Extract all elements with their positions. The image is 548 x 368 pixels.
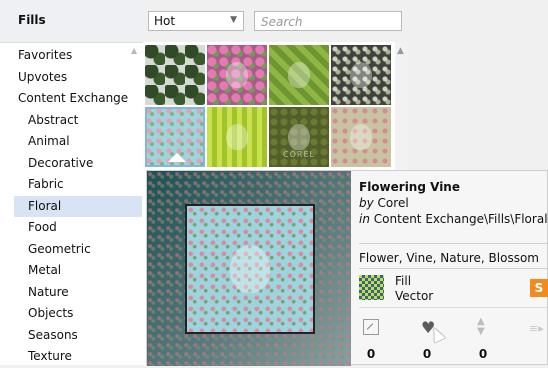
category-tree: Favorites Upvotes Content Exchange Abstract… xyxy=(0,45,143,368)
fills-docker: Fills ▲ Favorites Upvotes Content Exchange… xyxy=(0,0,548,366)
panel-title: Fills xyxy=(18,13,46,27)
watermark-icon xyxy=(226,124,248,150)
fill-tile[interactable] xyxy=(269,45,329,105)
in-prefix: in xyxy=(359,212,370,226)
fill-tags: Flower, Vine, Nature, Blossom xyxy=(359,251,539,265)
fill-tile[interactable] xyxy=(207,107,267,167)
category-item-abstract[interactable]: Abstract xyxy=(0,110,143,132)
category-item-decorative[interactable]: Decorative xyxy=(0,153,143,175)
more-button[interactable]: ≡▸ xyxy=(527,317,547,337)
fill-tile[interactable]: COREL xyxy=(269,107,329,167)
popup-pointer xyxy=(168,153,186,162)
favorite-button[interactable]: ♥ xyxy=(417,317,446,343)
favorite-count: 0 xyxy=(422,347,432,361)
category-item-floral[interactable]: Floral xyxy=(14,195,142,217)
category-item-metal[interactable]: Metal xyxy=(0,260,143,282)
more-options-icon: ≡▸ xyxy=(529,322,544,335)
resize-icon xyxy=(363,319,379,335)
divider xyxy=(359,307,547,308)
vote-arrows-icon: ▲ ▼ xyxy=(477,316,485,337)
fill-author[interactable]: Corel xyxy=(378,196,409,210)
mouse-cursor-icon xyxy=(428,325,446,343)
category-item-favorites[interactable]: Favorites xyxy=(0,45,143,67)
category-item-texture[interactable]: Texture xyxy=(0,346,143,368)
fill-author-line: by Corel xyxy=(359,196,409,210)
resize-button[interactable] xyxy=(361,317,381,337)
divider xyxy=(359,243,547,244)
fill-tile[interactable] xyxy=(331,107,391,167)
scroll-up-icon[interactable]: ▲ xyxy=(397,46,404,56)
category-item-geometric[interactable]: Geometric xyxy=(0,239,143,261)
fill-location-line: in Content Exchange\Fills\Floral xyxy=(359,212,548,226)
category-panel: Fills ▲ Favorites Upvotes Content Exchange… xyxy=(0,0,144,365)
search-box[interactable] xyxy=(254,11,402,31)
fill-title: Flowering Vine xyxy=(359,180,460,194)
toolbar: Hot ▼ xyxy=(143,0,403,43)
preview-swatch xyxy=(185,204,315,334)
fill-location[interactable]: Content Exchange\Fills\Floral xyxy=(374,212,548,226)
panel-header: Fills xyxy=(0,0,143,43)
watermark-icon xyxy=(350,124,372,150)
by-prefix: by xyxy=(359,196,374,210)
fill-kind-label: Vector xyxy=(395,289,434,303)
category-item-upvotes[interactable]: Upvotes xyxy=(0,67,143,89)
category-item-seasons[interactable]: Seasons xyxy=(0,325,143,347)
fill-tile[interactable] xyxy=(145,45,205,105)
grid-scrollbar[interactable]: ▲ xyxy=(395,42,408,172)
preview-image xyxy=(147,171,351,366)
watermark-icon xyxy=(230,245,270,293)
vote-count: 0 xyxy=(478,347,488,361)
category-item-objects[interactable]: Objects xyxy=(0,303,143,325)
watermark-icon xyxy=(288,62,310,88)
sort-dropdown[interactable]: Hot ▼ xyxy=(148,11,244,31)
divider xyxy=(359,268,547,269)
category-item-animal[interactable]: Animal xyxy=(0,131,143,153)
fill-preview-popup: Flowering Vine by Corel in Content Excha… xyxy=(146,170,548,366)
source-badge: S xyxy=(530,279,548,297)
vote-button[interactable]: ▲ ▼ xyxy=(473,317,493,337)
tile-mark: COREL xyxy=(283,150,315,159)
category-item-food[interactable]: Food xyxy=(0,217,143,239)
preview-info: Flowering Vine by Corel in Content Excha… xyxy=(359,171,548,366)
category-item-content-exchange[interactable]: Content Exchange xyxy=(0,88,143,110)
watermark-icon xyxy=(288,124,310,150)
sort-value: Hot xyxy=(154,14,176,28)
fill-tile[interactable] xyxy=(207,45,267,105)
watermark-icon xyxy=(226,62,248,88)
resize-count: 0 xyxy=(366,347,376,361)
fill-type-label: Fill xyxy=(395,274,412,288)
watermark-icon xyxy=(350,62,372,88)
category-item-nature[interactable]: Nature xyxy=(0,282,143,304)
chevron-down-icon: ▼ xyxy=(230,15,237,25)
search-input[interactable] xyxy=(259,14,399,30)
fill-type-thumbnail xyxy=(359,275,384,300)
fill-tile[interactable] xyxy=(331,45,391,105)
category-item-fabric[interactable]: Fabric xyxy=(0,174,143,196)
